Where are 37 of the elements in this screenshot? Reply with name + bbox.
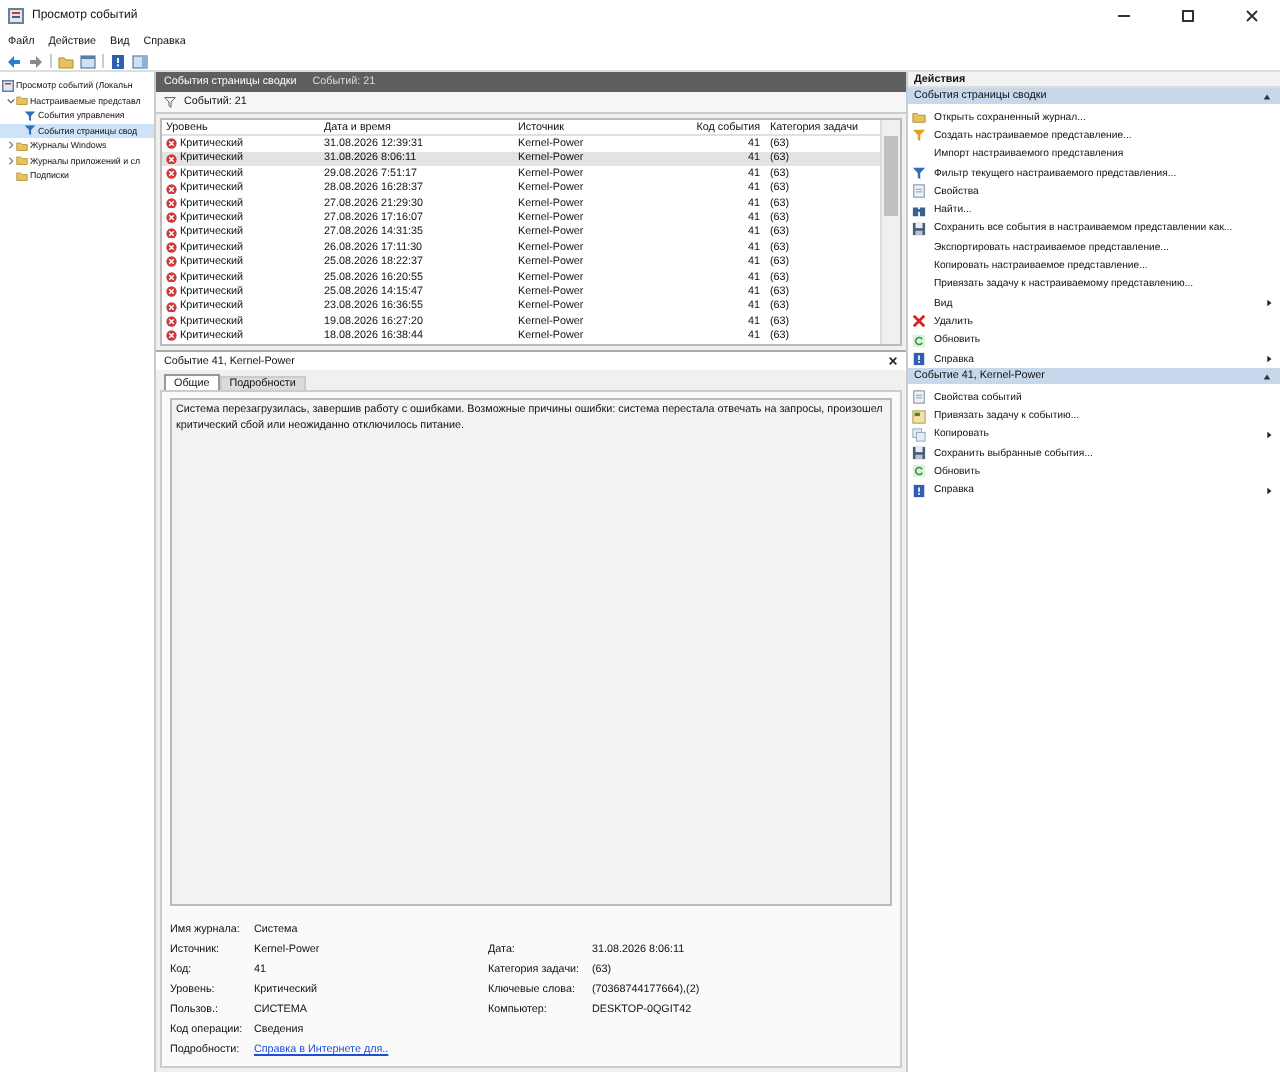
error-icon <box>166 168 177 180</box>
back-arrow-icon[interactable] <box>6 53 22 69</box>
error-icon <box>166 286 177 298</box>
error-icon <box>166 197 177 209</box>
error-icon <box>166 138 177 150</box>
error-icon <box>166 271 177 283</box>
properties-icon <box>912 390 926 405</box>
forward-arrow-icon[interactable] <box>28 53 44 69</box>
task-icon <box>912 409 926 424</box>
panel-icon[interactable] <box>80 53 96 69</box>
delete-icon <box>912 314 926 329</box>
error-icon <box>166 227 177 239</box>
filter-icon <box>912 128 926 143</box>
event-viewer-icon <box>2 79 14 92</box>
maximize-icon[interactable] <box>1178 6 1198 26</box>
close-icon[interactable] <box>888 356 898 366</box>
scrollbar[interactable] <box>880 120 900 344</box>
refresh-icon <box>912 464 926 479</box>
filter-icon <box>164 96 176 108</box>
save-icon <box>912 446 926 461</box>
error-icon <box>166 301 177 313</box>
binoculars-icon <box>912 203 926 218</box>
close-icon[interactable] <box>1242 6 1262 26</box>
collapse-caret-icon[interactable] <box>1262 371 1272 382</box>
refresh-icon <box>912 333 926 348</box>
save-icon <box>912 221 926 236</box>
folder-icon[interactable] <box>58 53 74 69</box>
error-icon <box>166 212 177 224</box>
folder-icon <box>912 110 926 125</box>
copy-icon <box>912 427 926 442</box>
error-icon <box>166 183 177 194</box>
help-icon[interactable] <box>110 53 126 69</box>
event-viewer-icon <box>8 8 24 24</box>
folder-icon <box>16 94 28 107</box>
properties-icon <box>912 184 926 199</box>
error-icon <box>166 153 177 165</box>
filter-icon <box>912 166 926 181</box>
